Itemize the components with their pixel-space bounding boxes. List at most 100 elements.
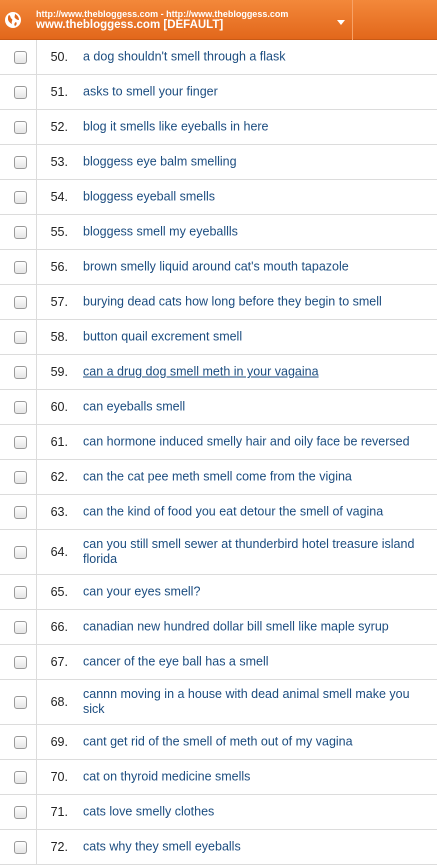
table-row: 51. asks to smell your finger	[0, 75, 437, 110]
header-divider	[352, 0, 353, 40]
site-url-line: http://www.thebloggess.com - http://www.…	[36, 9, 289, 19]
row-checkbox[interactable]	[14, 806, 27, 819]
keyword-link[interactable]: bloggess smell my eyeballls	[83, 225, 429, 240]
checkbox-cell	[0, 40, 37, 74]
keyword-link[interactable]: cannn moving in a house with dead animal…	[83, 687, 429, 717]
checkbox-cell	[0, 145, 37, 179]
keyword-link[interactable]: a dog shouldn't smell through a flask	[83, 50, 429, 65]
row-number: 61.	[50, 435, 68, 449]
table-row: 71. cats love smelly clothes	[0, 795, 437, 830]
keyword-link[interactable]: button quail excrement smell	[83, 330, 429, 345]
row-checkbox[interactable]	[14, 296, 27, 309]
checkbox-cell	[0, 495, 37, 529]
row-number: 54.	[50, 190, 68, 204]
row-number: 72.	[50, 840, 68, 854]
checkbox-cell	[0, 610, 37, 644]
row-checkbox[interactable]	[14, 586, 27, 599]
keyword-link[interactable]: can the kind of food you eat detour the …	[83, 505, 429, 520]
keyword-link[interactable]: can you still smell sewer at thunderbird…	[83, 537, 429, 567]
checkbox-cell	[0, 285, 37, 319]
row-checkbox[interactable]	[14, 226, 27, 239]
row-checkbox[interactable]	[14, 736, 27, 749]
keyword-link[interactable]: canadian new hundred dollar bill smell l…	[83, 620, 429, 635]
table-row: 72. cats why they smell eyeballs	[0, 830, 437, 865]
table-row: 66. canadian new hundred dollar bill smel…	[0, 610, 437, 645]
table-row: 64. can you still smell sewer at thunderb…	[0, 530, 437, 575]
table-row: 55. bloggess smell my eyeballls	[0, 215, 437, 250]
keyword-link[interactable]: can the cat pee meth smell come from the…	[83, 470, 429, 485]
row-number: 51.	[50, 85, 68, 99]
checkbox-cell	[0, 355, 37, 389]
keyword-link[interactable]: cancer of the eye ball has a smell	[83, 655, 429, 670]
checkbox-cell	[0, 575, 37, 609]
keyword-list: 50. a dog shouldn't smell through a flask…	[0, 40, 437, 865]
row-checkbox[interactable]	[14, 546, 27, 559]
keyword-link[interactable]: brown smelly liquid around cat's mouth t…	[83, 260, 429, 275]
row-number: 69.	[50, 735, 68, 749]
globe-icon	[5, 12, 21, 28]
keyword-link[interactable]: can your eyes smell?	[83, 585, 429, 600]
row-checkbox[interactable]	[14, 261, 27, 274]
keyword-link[interactable]: can a drug dog smell meth in your vagain…	[83, 365, 429, 380]
row-number: 71.	[50, 805, 68, 819]
row-checkbox[interactable]	[14, 191, 27, 204]
keyword-link[interactable]: cant get rid of the smell of meth out of…	[83, 735, 429, 750]
row-checkbox[interactable]	[14, 121, 27, 134]
table-row: 63. can the kind of food you eat detour t…	[0, 495, 437, 530]
table-row: 52. blog it smells like eyeballs in here	[0, 110, 437, 145]
table-row: 54. bloggess eyeball smells	[0, 180, 437, 215]
table-row: 61. can hormone induced smelly hair and o…	[0, 425, 437, 460]
row-checkbox[interactable]	[14, 656, 27, 669]
row-checkbox[interactable]	[14, 86, 27, 99]
checkbox-cell	[0, 795, 37, 829]
table-row: 57. burying dead cats how long before the…	[0, 285, 437, 320]
row-checkbox[interactable]	[14, 401, 27, 414]
row-number: 67.	[50, 655, 68, 669]
row-number: 60.	[50, 400, 68, 414]
row-number: 64.	[50, 545, 68, 559]
row-number: 62.	[50, 470, 68, 484]
keyword-link[interactable]: bloggess eye balm smelling	[83, 155, 429, 170]
keyword-link[interactable]: asks to smell your finger	[83, 85, 429, 100]
table-row: 53. bloggess eye balm smelling	[0, 145, 437, 180]
keyword-link[interactable]: burying dead cats how long before they b…	[83, 295, 429, 310]
row-checkbox[interactable]	[14, 331, 27, 344]
row-checkbox[interactable]	[14, 156, 27, 169]
keyword-link[interactable]: can hormone induced smelly hair and oily…	[83, 435, 429, 450]
checkbox-cell	[0, 390, 37, 424]
row-number: 68.	[50, 695, 68, 709]
row-checkbox[interactable]	[14, 621, 27, 634]
chevron-down-icon[interactable]	[337, 20, 345, 25]
table-row: 70. cat on thyroid medicine smells	[0, 760, 437, 795]
keyword-link[interactable]: cats why they smell eyeballs	[83, 840, 429, 855]
row-checkbox[interactable]	[14, 841, 27, 854]
table-row: 65. can your eyes smell?	[0, 575, 437, 610]
keyword-link[interactable]: cats love smelly clothes	[83, 805, 429, 820]
checkbox-cell	[0, 250, 37, 284]
table-row: 59. can a drug dog smell meth in your vag…	[0, 355, 437, 390]
row-number: 58.	[50, 330, 68, 344]
row-checkbox[interactable]	[14, 366, 27, 379]
row-checkbox[interactable]	[14, 506, 27, 519]
keyword-link[interactable]: can eyeballs smell	[83, 400, 429, 415]
row-number: 66.	[50, 620, 68, 634]
row-number: 53.	[50, 155, 68, 169]
checkbox-cell	[0, 760, 37, 794]
checkbox-cell	[0, 830, 37, 864]
row-checkbox[interactable]	[14, 471, 27, 484]
keyword-link[interactable]: cat on thyroid medicine smells	[83, 770, 429, 785]
row-checkbox[interactable]	[14, 771, 27, 784]
row-checkbox[interactable]	[14, 51, 27, 64]
keyword-link[interactable]: blog it smells like eyeballs in here	[83, 120, 429, 135]
site-selector-header[interactable]: http://www.thebloggess.com - http://www.…	[0, 0, 437, 40]
checkbox-cell	[0, 425, 37, 459]
table-row: 58. button quail excrement smell	[0, 320, 437, 355]
row-checkbox[interactable]	[14, 436, 27, 449]
keyword-link[interactable]: bloggess eyeball smells	[83, 190, 429, 205]
row-checkbox[interactable]	[14, 696, 27, 709]
site-name: www.thebloggess.com [DEFAULT]	[36, 19, 224, 31]
checkbox-cell	[0, 215, 37, 249]
row-number: 50.	[50, 50, 68, 64]
table-row: 50. a dog shouldn't smell through a flask	[0, 40, 437, 75]
row-number: 59.	[50, 365, 68, 379]
